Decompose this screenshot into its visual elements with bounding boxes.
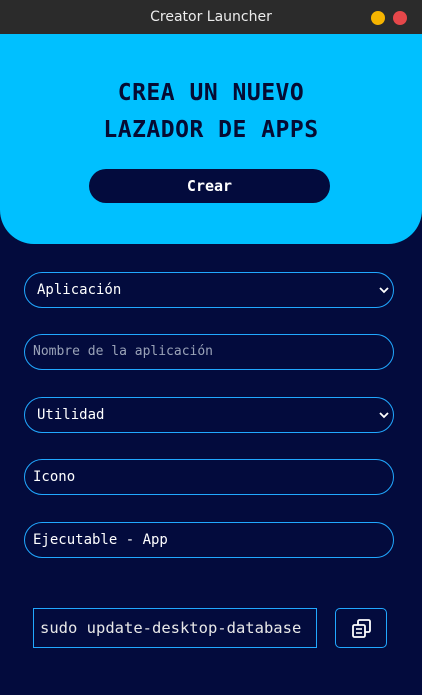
close-button[interactable] bbox=[393, 11, 407, 25]
icon-input-value: Icono bbox=[33, 469, 76, 485]
hero-banner: CREA UN NUEVO LAZADOR DE APPS Crear bbox=[0, 34, 422, 244]
minimize-button[interactable] bbox=[371, 11, 385, 25]
create-button[interactable]: Crear bbox=[89, 169, 330, 203]
page-heading: CREA UN NUEVO LAZADOR DE APPS bbox=[0, 75, 422, 149]
copy-icon bbox=[352, 619, 371, 638]
command-field[interactable]: sudo update-desktop-database bbox=[33, 608, 317, 648]
title-bar: Creator Launcher bbox=[0, 0, 422, 34]
category-select-value: Utilidad bbox=[37, 407, 105, 423]
copy-button[interactable] bbox=[335, 608, 387, 648]
type-select-value: Aplicación bbox=[37, 282, 122, 298]
heading-line-1: CREA UN NUEVO bbox=[117, 80, 305, 106]
category-select[interactable]: Utilidad bbox=[24, 397, 394, 433]
app-name-placeholder: Nombre de la aplicación bbox=[33, 344, 214, 359]
window-title: Creator Launcher bbox=[150, 9, 272, 25]
chevron-down-icon bbox=[379, 287, 389, 294]
executable-input-value: Ejecutable - App bbox=[33, 532, 168, 548]
app-name-input[interactable]: Nombre de la aplicación bbox=[24, 334, 394, 370]
type-select[interactable]: Aplicación bbox=[24, 272, 394, 308]
chevron-down-icon bbox=[379, 412, 389, 419]
icon-input[interactable]: Icono bbox=[24, 459, 394, 495]
executable-input[interactable]: Ejecutable - App bbox=[24, 522, 394, 558]
heading-line-2: LAZADOR DE APPS bbox=[103, 117, 319, 143]
